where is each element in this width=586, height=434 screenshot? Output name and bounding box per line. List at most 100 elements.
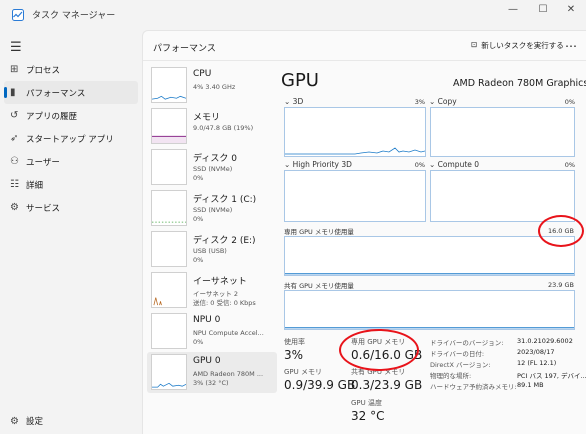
gpu-model-name: AMD Radeon 780M Graphics <box>453 78 586 89</box>
more-options-icon[interactable]: … <box>565 36 577 50</box>
shared-gpu-memory-value: 0.3/23.9 GB <box>351 378 423 392</box>
ethernet-thumbnail-graph <box>151 272 187 308</box>
disk-0-thumbnail-graph <box>151 149 187 185</box>
nav-item-app-history[interactable]: ↺ アプリの履歴 <box>4 104 138 127</box>
dedicated-memory-graph-svg <box>285 273 574 275</box>
dedicated-memory-graph <box>284 236 575 276</box>
engine-3d-dropdown[interactable]: ⌄ 3D <box>284 97 303 106</box>
shared-memory-graph <box>284 290 575 330</box>
usage-label: 使用率 <box>284 338 305 346</box>
device-name: GPU 0 <box>193 356 221 366</box>
info-row: ドライバーの日付: 2023/08/17 <box>430 348 586 359</box>
device-detail: 9.0/47.8 GB (19%) <box>193 124 254 132</box>
nav-item-performance[interactable]: ▮ パフォーマンス <box>4 81 138 104</box>
info-key: DirectX バージョン: <box>430 361 491 369</box>
shared-memory-max: 23.9 GB <box>547 281 574 289</box>
nav-item-label: プロセス <box>26 65 61 76</box>
engine-hp3d-dropdown[interactable]: ⌄ High Priority 3D <box>284 160 352 169</box>
nav-item-processes[interactable]: ⊞ プロセス <box>4 58 138 81</box>
engine-3d-percent: 3% <box>414 98 425 106</box>
device-name: NPU 0 <box>193 315 221 325</box>
shared-memory-graph-label: 共有 GPU メモリ使用量 <box>284 282 354 290</box>
info-key: ドライバーの日付: <box>430 350 485 358</box>
nav-item-label: パフォーマンス <box>26 88 86 99</box>
info-row: DirectX バージョン: 12 (FL 12.1) <box>430 359 586 370</box>
services-icon: ⚙ <box>10 202 19 213</box>
history-icon: ↺ <box>10 110 19 121</box>
engine-label: 3D <box>292 97 304 106</box>
engine-3d-graph <box>284 107 426 157</box>
device-detail: 4% 3.40 GHz <box>193 83 236 91</box>
device-detail: NPU Compute Accel... <box>193 329 264 337</box>
device-usage: 3% (32 °C) <box>193 379 229 387</box>
main-pane: パフォーマンス ⊡ 新しいタスクを実行する … CPU 4% 3.40 GHz … <box>142 30 586 434</box>
engine-label: Copy <box>437 97 457 106</box>
memory-thumbnail-graph <box>151 108 187 144</box>
device-usage: 0% <box>193 338 204 346</box>
device-item-ethernet[interactable]: イーサネット イーサネット 2 送信: 0 受信: 0 Kbps <box>147 270 277 311</box>
info-value: 2023/08/17 <box>517 348 555 356</box>
gpu-memory-label: GPU メモリ <box>284 368 322 376</box>
device-item-memory[interactable]: メモリ 9.0/47.8 GB (19%) <box>147 106 277 147</box>
nav-item-startup-apps[interactable]: ➶ スタートアップ アプリ <box>4 127 138 150</box>
cpu-thumbnail-graph <box>151 67 187 103</box>
minimize-button[interactable]: — <box>500 4 526 18</box>
performance-icon: ▮ <box>10 87 16 98</box>
info-value: 12 (FL 12.1) <box>517 359 557 367</box>
device-usage: 0% <box>193 215 204 223</box>
device-detail: SSD (NVMe) <box>193 165 233 173</box>
device-item-cpu[interactable]: CPU 4% 3.40 GHz <box>147 65 277 106</box>
device-name: メモリ <box>193 113 221 123</box>
settings-gear-icon: ⚙ <box>10 415 19 427</box>
dedicated-memory-graph-label: 専用 GPU メモリ使用量 <box>284 228 354 236</box>
device-name: CPU <box>193 69 212 79</box>
info-key: ドライバーのバージョン: <box>430 339 504 347</box>
engine-copy-dropdown[interactable]: ⌄ Copy <box>429 97 457 106</box>
device-throughput: 送信: 0 受信: 0 Kbps <box>193 299 256 307</box>
nav-item-users[interactable]: ⚇ ユーザー <box>4 150 138 173</box>
info-value: 31.0.21029.6002 <box>517 337 573 345</box>
nav-item-details[interactable]: ☷ 詳細 <box>4 173 138 196</box>
engine-compute0-dropdown[interactable]: ⌄ Compute 0 <box>429 160 479 169</box>
window-title: タスク マネージャー <box>32 11 116 21</box>
device-name: イーサネット <box>193 277 247 287</box>
close-button[interactable]: ✕ <box>558 4 584 18</box>
engine-copy-graph <box>430 107 575 157</box>
npu-thumbnail-graph <box>151 313 187 349</box>
engine-label: High Priority 3D <box>292 160 352 169</box>
details-icon: ☷ <box>10 179 19 190</box>
engine-hp3d-percent: 0% <box>414 161 425 169</box>
disk-1-thumbnail-graph <box>151 190 187 226</box>
task-manager-icon <box>12 9 24 21</box>
startup-icon: ➶ <box>10 133 19 144</box>
run-new-task-button[interactable]: ⊡ 新しいタスクを実行する <box>471 40 564 51</box>
settings-nav-item[interactable]: ⚙ 設定 <box>4 410 134 432</box>
nav-item-label: サービス <box>26 203 61 214</box>
title-bar: タスク マネージャー — ☐ ✕ <box>0 0 586 30</box>
device-item-disk-2[interactable]: ディスク 2 (E:) USB (USB) 0% <box>147 229 277 270</box>
device-item-disk-1[interactable]: ディスク 1 (C:) SSD (NVMe) 0% <box>147 188 277 229</box>
hamburger-menu-icon[interactable]: ☰ <box>10 40 22 55</box>
gpu-thumbnail-graph <box>151 354 187 390</box>
info-value: 89.1 MB <box>517 381 544 389</box>
device-detail: AMD Radeon 780M ... <box>193 370 264 378</box>
engine-3d-graph-svg <box>285 147 425 155</box>
maximize-button[interactable]: ☐ <box>530 4 556 18</box>
page-title: パフォーマンス <box>153 44 216 54</box>
engine-compute0-graph <box>430 170 575 222</box>
engine-hp3d-graph <box>284 170 426 222</box>
nav-item-services[interactable]: ⚙ サービス <box>4 196 138 219</box>
shared-memory-graph-svg <box>285 327 574 329</box>
device-usage: 0% <box>193 174 204 182</box>
processes-icon: ⊞ <box>10 64 19 75</box>
disk-2-thumbnail-graph <box>151 231 187 267</box>
gpu-title: GPU <box>281 70 319 91</box>
nav-item-label: 詳細 <box>26 180 44 191</box>
device-name: ディスク 2 (E:) <box>193 236 256 246</box>
device-item-disk-0[interactable]: ディスク 0 SSD (NVMe) 0% <box>147 147 277 188</box>
device-item-npu-0[interactable]: NPU 0 NPU Compute Accel... 0% <box>147 311 277 352</box>
nav-item-label: スタートアップ アプリ <box>26 134 114 145</box>
device-item-gpu-0[interactable]: GPU 0 AMD Radeon 780M ... 3% (32 °C) <box>147 352 277 393</box>
gpu-temperature-value: 32 °C <box>351 409 385 423</box>
device-name: ディスク 1 (C:) <box>193 195 257 205</box>
